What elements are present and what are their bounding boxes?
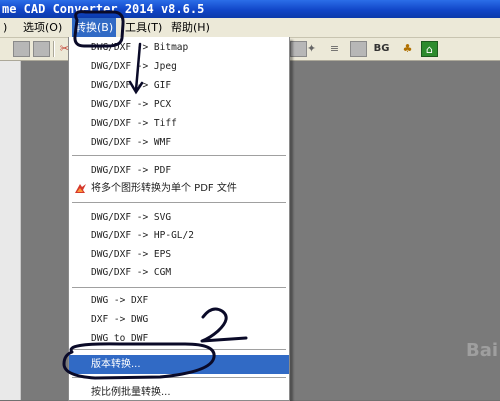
background-button[interactable]: BG (373, 41, 390, 57)
menu-divider (72, 349, 286, 351)
convert-menu-dropdown: DWG/DXF -> Bitmap DWG/DXF -> Jpeg DWG/DX… (68, 37, 290, 401)
menu-option-label: DWG/DXF -> EPS (91, 249, 172, 260)
menu-option-eps[interactable]: DWG/DXF -> EPS (69, 245, 289, 264)
menu-bar: ) 选项(O) 转换(B) 工具(T) 帮助(H) (0, 18, 500, 38)
menu-option-multi-pdf[interactable]: 将多个图形转换为单个 PDF 文件 (69, 179, 289, 198)
menu-divider (72, 287, 286, 289)
menu-item-help[interactable]: 帮助(H) (168, 18, 213, 37)
person-icon[interactable]: ♣ (399, 41, 416, 57)
menu-option-bitmap[interactable]: DWG/DXF -> Bitmap (69, 38, 289, 57)
menu-option-label: DWG/DXF -> PDF (91, 165, 172, 176)
menu-option-svg[interactable]: DWG/DXF -> SVG (69, 208, 289, 227)
toolbar-separator (53, 41, 55, 57)
export-icon[interactable] (33, 41, 50, 57)
left-panel (0, 61, 21, 400)
menu-option-label: 按比例批量转换... (91, 387, 171, 398)
pdf-icon (75, 184, 86, 193)
menu-option-pcx[interactable]: DWG/DXF -> PCX (69, 95, 289, 114)
menu-item-tools[interactable]: 工具(T) (122, 18, 165, 37)
menu-option-dxf-to-dwg[interactable]: DXF -> DWG (69, 310, 289, 329)
menu-option-label: DWG/DXF -> GIF (91, 80, 172, 91)
menu-option-label: DWG/DXF -> HP-GL/2 (91, 230, 194, 241)
menu-option-label: DXF -> DWG (91, 314, 149, 325)
menu-option-wmf[interactable]: DWG/DXF -> WMF (69, 133, 289, 152)
menu-option-version-convert[interactable]: 版本转换... (69, 355, 289, 374)
save-icon[interactable] (13, 41, 30, 57)
menu-option-label: DWG/DXF -> PCX (91, 99, 172, 110)
menu-option-batch-scale[interactable]: 按比例批量转换... (69, 383, 289, 400)
layers-icon[interactable]: ≡ (326, 41, 343, 57)
watermark-text: Bai (466, 340, 499, 361)
menu-option-label: DWG/DXF -> Tiff (91, 118, 177, 129)
menu-option-label: DWG/DXF -> CGM (91, 267, 172, 278)
menu-option-label: DWG -> DXF (91, 295, 149, 306)
home-icon[interactable]: ⌂ (421, 41, 438, 57)
menu-divider (72, 202, 286, 204)
puzzle-icon[interactable]: ✦ (303, 41, 320, 57)
menu-option-jpeg[interactable]: DWG/DXF -> Jpeg (69, 57, 289, 76)
menu-option-label: DWG/DXF -> Jpeg (91, 61, 177, 72)
menu-option-cgm[interactable]: DWG/DXF -> CGM (69, 263, 289, 282)
menu-divider (72, 155, 286, 157)
menu-option-label: DWG/DXF -> WMF (91, 137, 172, 148)
window-title: me CAD Converter 2014 v8.6.5 (2, 2, 205, 16)
menu-divider (72, 377, 286, 379)
menu-item-options[interactable]: 选项(O) (20, 18, 65, 37)
menu-option-hpgl[interactable]: DWG/DXF -> HP-GL/2 (69, 226, 289, 245)
menu-item-partial[interactable]: ) (0, 18, 10, 37)
menu-option-label: 版本转换... (91, 359, 141, 370)
menu-option-dwg-to-dxf[interactable]: DWG -> DXF (69, 291, 289, 310)
menu-option-tiff[interactable]: DWG/DXF -> Tiff (69, 114, 289, 133)
menu-option-dwg-to-dwf[interactable]: DWG to DWF (69, 329, 289, 348)
menu-option-pdf[interactable]: DWG/DXF -> PDF (69, 161, 289, 180)
menu-option-label: DWG to DWF (91, 333, 149, 344)
menu-option-label: 将多个图形转换为单个 PDF 文件 (91, 183, 237, 194)
grid-icon[interactable] (350, 41, 367, 57)
window-title-bar: me CAD Converter 2014 v8.6.5 (0, 0, 500, 18)
menu-option-label: DWG/DXF -> SVG (91, 212, 172, 223)
menu-item-convert[interactable]: 转换(B) (72, 18, 117, 37)
menu-option-label: DWG/DXF -> Bitmap (91, 42, 189, 53)
menu-option-gif[interactable]: DWG/DXF -> GIF (69, 76, 289, 95)
